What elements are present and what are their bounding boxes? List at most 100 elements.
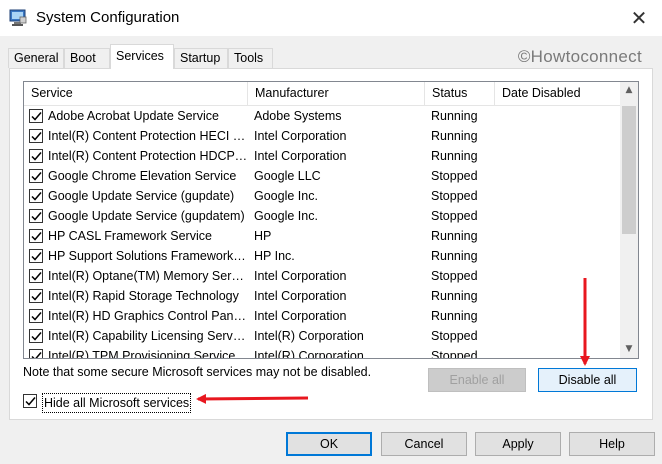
table-row[interactable]: Google Update Service (gupdate) Google In… <box>24 186 620 206</box>
disable-all-button[interactable]: Disable all <box>538 368 637 392</box>
service-checkbox[interactable] <box>29 329 43 343</box>
service-checkbox[interactable] <box>29 169 43 183</box>
service-status: Running <box>431 129 478 143</box>
ok-button[interactable]: OK <box>286 432 372 456</box>
cancel-label: Cancel <box>404 437 444 451</box>
service-manufacturer: Intel(R) Corporation <box>254 329 364 343</box>
cancel-button[interactable]: Cancel <box>381 432 467 456</box>
table-row[interactable]: Intel(R) Rapid Storage Technology Intel C… <box>24 286 620 306</box>
ok-label: OK <box>319 437 339 451</box>
close-button[interactable]: ✕ <box>616 0 662 36</box>
service-status: Running <box>431 229 478 243</box>
tab-boot[interactable]: Boot <box>64 48 110 68</box>
service-checkbox[interactable] <box>29 189 43 203</box>
service-name: Intel(R) Content Protection HECI Service <box>48 129 248 143</box>
help-label: Help <box>599 437 625 451</box>
service-checkbox[interactable] <box>29 109 43 123</box>
watermark: ©Howtoconnect <box>517 47 642 66</box>
tab-services[interactable]: Services <box>110 44 174 69</box>
service-checkbox[interactable] <box>29 229 43 243</box>
services-panel: Service Manufacturer Status Date Disable… <box>9 68 653 420</box>
table-row[interactable]: Intel(R) TPM Provisioning Service Intel(R… <box>24 346 620 359</box>
service-manufacturer: Intel Corporation <box>254 289 347 303</box>
scroll-down-icon[interactable]: ▼ <box>620 341 638 358</box>
list-header: Service Manufacturer Status Date Disable… <box>24 82 620 106</box>
service-manufacturer: HP <box>254 229 272 243</box>
service-name: HP CASL Framework Service <box>48 229 212 243</box>
service-status: Running <box>431 149 478 163</box>
window-title: System Configuration <box>36 9 180 26</box>
service-manufacturer: HP Inc. <box>254 249 295 263</box>
service-status: Stopped <box>431 349 478 359</box>
service-checkbox[interactable] <box>29 269 43 283</box>
column-header-manufacturer[interactable]: Manufacturer <box>248 82 425 106</box>
service-status: Stopped <box>431 329 478 343</box>
service-manufacturer: Intel Corporation <box>254 149 347 163</box>
table-row[interactable]: Adobe Acrobat Update Service Adobe System… <box>24 106 620 126</box>
service-checkbox[interactable] <box>29 129 43 143</box>
service-name: Intel(R) Content Protection HDCP Service <box>48 149 248 163</box>
apply-label: Apply <box>502 437 534 451</box>
service-status: Stopped <box>431 169 478 183</box>
table-row[interactable]: Google Update Service (gupdatem) Google I… <box>24 206 620 226</box>
enable-all-label: Enable all <box>449 373 505 387</box>
table-row[interactable]: Intel(R) HD Graphics Control Panel Servi… <box>24 306 620 326</box>
secure-services-note: Note that some secure Microsoft services… <box>23 365 372 379</box>
table-row[interactable]: Intel(R) Optane(TM) Memory Service Intel … <box>24 266 620 286</box>
service-status: Stopped <box>431 209 478 223</box>
service-name: Google Update Service (gupdatem) <box>48 209 245 223</box>
service-status: Running <box>431 249 478 263</box>
service-manufacturer: Intel(R) Corporation <box>254 349 364 359</box>
tab-tools[interactable]: Tools <box>228 48 273 68</box>
hide-microsoft-services-checkbox[interactable] <box>23 394 37 408</box>
column-header-date-disabled[interactable]: Date Disabled <box>495 82 620 106</box>
service-manufacturer: Intel Corporation <box>254 269 347 283</box>
table-row[interactable]: Intel(R) Content Protection HECI Service… <box>24 126 620 146</box>
service-status: Running <box>431 289 478 303</box>
service-manufacturer: Intel Corporation <box>254 129 347 143</box>
table-row[interactable]: Intel(R) Capability Licensing Service Int… <box>24 326 620 346</box>
table-row[interactable]: HP CASL Framework Service HP Running <box>24 226 620 246</box>
service-name: HP Support Solutions Framework Service <box>48 249 248 263</box>
vertical-scrollbar[interactable]: ▲ ▼ <box>620 82 638 358</box>
service-status: Running <box>431 309 478 323</box>
service-name: Intel(R) TPM Provisioning Service <box>48 349 236 359</box>
tab-startup[interactable]: Startup <box>174 48 228 68</box>
service-manufacturer: Google Inc. <box>254 189 318 203</box>
service-checkbox[interactable] <box>29 309 43 323</box>
service-name: Google Chrome Elevation Service <box>48 169 237 183</box>
disable-all-label: Disable all <box>558 373 617 387</box>
service-checkbox[interactable] <box>29 349 43 358</box>
table-row[interactable]: HP Support Solutions Framework Service HP… <box>24 246 620 266</box>
column-header-service[interactable]: Service <box>24 82 248 106</box>
service-status: Running <box>431 109 478 123</box>
help-button[interactable]: Help <box>569 432 655 456</box>
table-row[interactable]: Google Chrome Elevation Service Google LL… <box>24 166 620 186</box>
service-manufacturer: Google Inc. <box>254 209 318 223</box>
tab-general[interactable]: General <box>8 48 64 68</box>
service-checkbox[interactable] <box>29 149 43 163</box>
service-name: Google Update Service (gupdate) <box>48 189 235 203</box>
title-bar: System Configuration ✕ <box>0 0 662 36</box>
table-row[interactable]: Intel(R) Content Protection HDCP Service… <box>24 146 620 166</box>
service-name: Intel(R) Capability Licensing Service <box>48 329 248 343</box>
apply-button[interactable]: Apply <box>475 432 561 456</box>
service-manufacturer: Adobe Systems <box>254 109 342 123</box>
service-name: Intel(R) Optane(TM) Memory Service <box>48 269 248 283</box>
services-list[interactable]: Service Manufacturer Status Date Disable… <box>23 81 639 359</box>
services-rows: Adobe Acrobat Update Service Adobe System… <box>24 106 620 359</box>
hide-microsoft-services-label[interactable]: Hide all Microsoft services <box>42 393 192 413</box>
service-checkbox[interactable] <box>29 209 43 223</box>
msconfig-computer-icon <box>8 8 28 28</box>
service-name: Intel(R) Rapid Storage Technology <box>48 289 239 303</box>
service-manufacturer: Google LLC <box>254 169 321 183</box>
service-checkbox[interactable] <box>29 249 43 263</box>
service-name: Adobe Acrobat Update Service <box>48 109 219 123</box>
scroll-up-icon[interactable]: ▲ <box>620 82 638 99</box>
service-manufacturer: Intel Corporation <box>254 309 347 323</box>
scrollbar-thumb[interactable] <box>622 106 636 234</box>
enable-all-button[interactable]: Enable all <box>428 368 526 392</box>
column-header-status[interactable]: Status <box>425 82 495 106</box>
service-status: Stopped <box>431 269 478 283</box>
service-checkbox[interactable] <box>29 289 43 303</box>
